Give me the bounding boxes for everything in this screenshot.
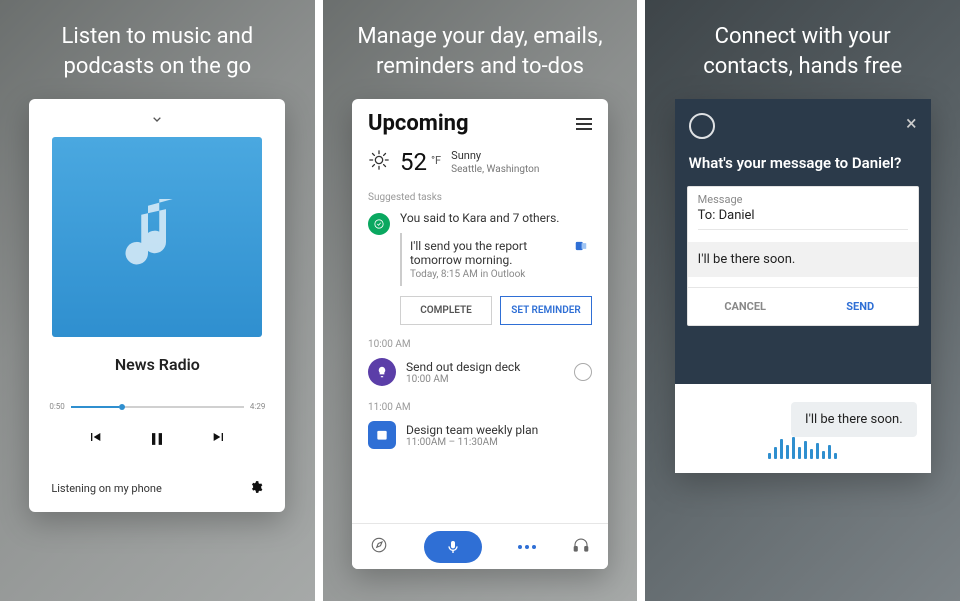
suggested-task[interactable]: You said to Kara and 7 others. I'll send… <box>352 209 608 327</box>
more-icon[interactable] <box>518 545 536 549</box>
headphones-icon[interactable] <box>572 536 590 558</box>
event-row[interactable]: Send out design deck 10:00 AM <box>352 354 608 390</box>
message-label: Message <box>698 193 908 208</box>
outlook-icon <box>574 239 588 253</box>
event-subtitle: 10:00 AM <box>406 374 564 385</box>
event-subtitle: 11:00AM – 11:30AM <box>406 437 592 448</box>
send-button[interactable]: SEND <box>803 288 918 325</box>
message-compose: Message To: Daniel I'll be there soon. C… <box>687 186 919 326</box>
lightbulb-icon <box>368 358 396 386</box>
panel3-tagline: Connect with your contacts, hands free <box>673 22 932 99</box>
message-body[interactable]: I'll be there soon. <box>688 242 918 277</box>
panel1-tagline: Listen to music and podcasts on the go <box>32 22 284 99</box>
suggested-tasks-label: Suggested tasks <box>352 186 608 209</box>
task-quote-text: I'll send you the report tomorrow mornin… <box>410 239 562 267</box>
music-player-card: News Radio 0:50 4:29 Listening on my pho… <box>29 99 285 512</box>
upcoming-heading: Upcoming <box>368 111 469 136</box>
collapse-icon[interactable] <box>149 111 165 131</box>
complete-button[interactable]: COMPLETE <box>400 296 492 325</box>
weather-unit: °F <box>431 154 441 167</box>
weather-row[interactable]: 52 °F Sunny Seattle, Washington <box>352 144 608 186</box>
chat-bubble: I'll be there soon. <box>791 402 917 437</box>
event-checkbox[interactable] <box>574 363 592 381</box>
event-title: Design team weekly plan <box>406 423 592 437</box>
cancel-button[interactable]: CANCEL <box>688 288 803 325</box>
weather-summary: Sunny <box>451 149 539 162</box>
task-quote-meta: Today, 8:15 AM in Outlook <box>410 269 562 280</box>
bottom-nav <box>352 523 608 569</box>
music-note-icon <box>117 190 197 284</box>
listening-label: Listening on my phone <box>51 482 162 495</box>
cortana-prompt: What's your message to Daniel? <box>675 153 931 185</box>
message-to[interactable]: To: Daniel <box>698 208 908 230</box>
compass-icon[interactable] <box>370 536 388 558</box>
time-header: 10:00 AM <box>352 327 608 354</box>
chat-pane: I'll be there soon. <box>675 384 931 473</box>
progress-start: 0:50 <box>49 402 64 411</box>
voice-visualizer[interactable] <box>689 437 917 459</box>
gear-icon[interactable] <box>249 479 263 498</box>
progress-end: 4:29 <box>250 402 265 411</box>
pause-icon[interactable] <box>147 429 167 453</box>
task-quote: I'll send you the report tomorrow mornin… <box>400 233 592 286</box>
mic-button[interactable] <box>424 531 482 563</box>
sun-icon <box>368 149 390 175</box>
calendar-icon <box>368 421 396 449</box>
previous-track-icon[interactable] <box>87 429 103 453</box>
album-art <box>52 137 262 337</box>
cortana-ring-icon <box>689 113 715 139</box>
waveform-icon <box>768 437 837 459</box>
next-track-icon[interactable] <box>211 429 227 453</box>
track-title: News Radio <box>115 355 200 374</box>
panel2-tagline: Manage your day, emails, reminders and t… <box>327 22 632 99</box>
time-header: 11:00 AM <box>352 390 608 417</box>
set-reminder-button[interactable]: SET REMINDER <box>500 296 592 325</box>
cortana-card: × What's your message to Daniel? Message… <box>675 99 931 472</box>
checkmark-icon <box>368 213 390 235</box>
weather-location: Seattle, Washington <box>451 164 539 175</box>
task-summary: You said to Kara and 7 others. <box>400 211 592 225</box>
progress-bar[interactable]: 0:50 4:29 <box>49 402 265 411</box>
menu-icon[interactable] <box>576 118 592 130</box>
event-title: Send out design deck <box>406 360 564 374</box>
close-icon[interactable]: × <box>906 113 917 133</box>
upcoming-card: Upcoming 52 °F Sunny Seattle, Washington… <box>352 99 608 569</box>
weather-temp: 52 <box>400 148 427 176</box>
event-row[interactable]: Design team weekly plan 11:00AM – 11:30A… <box>352 417 608 453</box>
